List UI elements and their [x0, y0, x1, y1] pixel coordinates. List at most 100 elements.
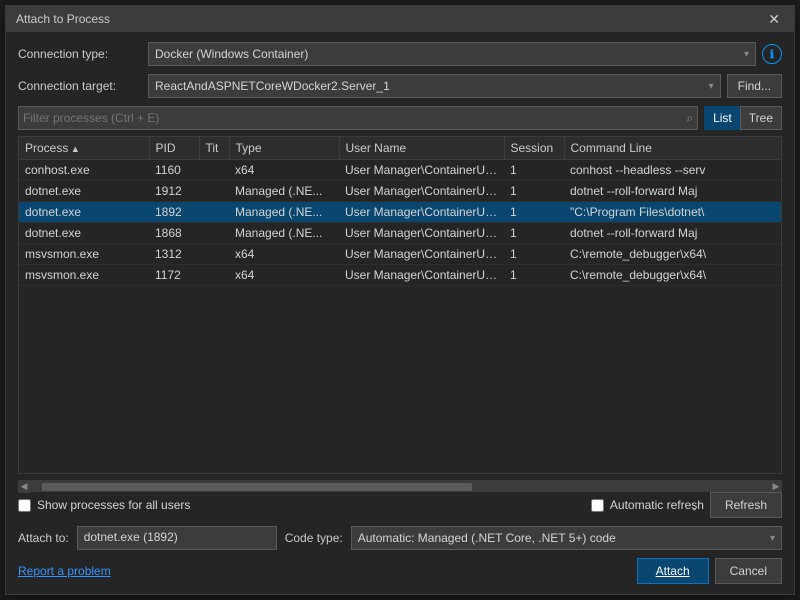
dialog-title: Attach to Process	[16, 12, 110, 26]
process-table-wrap[interactable]: Process PID Tit Type User Name Session C…	[18, 136, 782, 474]
chevron-down-icon: ▾	[770, 533, 775, 544]
table-cell	[199, 202, 229, 223]
table-cell: x64	[229, 244, 339, 265]
table-cell: dotnet.exe	[19, 223, 149, 244]
title-bar: Attach to Process ✕	[6, 6, 794, 32]
scrollbar-thumb[interactable]	[42, 483, 472, 491]
table-header-row: Process PID Tit Type User Name Session C…	[19, 137, 781, 160]
process-table: Process PID Tit Type User Name Session C…	[19, 137, 781, 286]
tree-view-button[interactable]: Tree	[740, 106, 782, 130]
table-cell: 1	[504, 223, 564, 244]
connection-target-label: Connection target:	[18, 79, 148, 93]
connection-type-combo[interactable]: Docker (Windows Container) ▾	[148, 42, 756, 66]
col-header-type[interactable]: Type	[229, 137, 339, 160]
table-cell	[199, 223, 229, 244]
table-cell	[199, 181, 229, 202]
table-cell: C:\remote_debugger\x64\	[564, 265, 781, 286]
table-cell: 1892	[149, 202, 199, 223]
table-cell: 1312	[149, 244, 199, 265]
chevron-down-icon: ▾	[709, 81, 714, 92]
auto-refresh-wrap: Automatic refres̱h Refresh	[591, 492, 782, 518]
table-cell: Managed (.NE...	[229, 181, 339, 202]
table-cell: conhost --headless --serv	[564, 160, 781, 181]
col-header-pid[interactable]: PID	[149, 137, 199, 160]
search-icon: ⌕	[686, 111, 693, 126]
table-cell: User Manager\ContainerUser	[339, 244, 504, 265]
table-cell: Managed (.NE...	[229, 223, 339, 244]
table-cell: "C:\Program Files\dotnet\	[564, 202, 781, 223]
code-type-combo[interactable]: Automatic: Managed (.NET Core, .NET 5+) …	[351, 526, 782, 550]
table-cell: User Manager\ContainerUser	[339, 202, 504, 223]
table-cell: 1	[504, 160, 564, 181]
table-cell: User Manager\ContainerUser	[339, 160, 504, 181]
table-cell: 1868	[149, 223, 199, 244]
attach-to-row: Attach to: dotnet.exe (1892) Code type: …	[18, 526, 782, 550]
table-cell: 1160	[149, 160, 199, 181]
show-all-users-checkbox[interactable]	[18, 499, 31, 512]
table-row[interactable]: dotnet.exe1892Managed (.NE...User Manage…	[19, 202, 781, 223]
table-cell: msvsmon.exe	[19, 244, 149, 265]
connection-type-value: Docker (Windows Container)	[155, 47, 308, 61]
auto-refresh-checkbox[interactable]	[591, 499, 604, 512]
connection-type-label: Connection type:	[18, 47, 148, 61]
col-header-process[interactable]: Process	[19, 137, 149, 160]
table-cell: x64	[229, 265, 339, 286]
table-cell: dotnet --roll-forward Maj	[564, 181, 781, 202]
auto-refresh-checkbox-wrap[interactable]: Automatic refres̱h	[591, 498, 704, 512]
table-cell: 1	[504, 244, 564, 265]
show-all-users-checkbox-wrap[interactable]: Show processes for all users	[18, 498, 190, 512]
table-row[interactable]: dotnet.exe1912Managed (.NE...User Manage…	[19, 181, 781, 202]
cancel-button[interactable]: Cancel	[715, 558, 782, 584]
view-buttons: List Tree	[704, 106, 782, 130]
code-type-label: Code type:	[285, 531, 343, 545]
table-cell: dotnet.exe	[19, 202, 149, 223]
table-row[interactable]: msvsmon.exe1312 x64User Manager\Container…	[19, 244, 781, 265]
attach-to-value: dotnet.exe (1892)	[77, 526, 277, 550]
close-button[interactable]: ✕	[764, 12, 784, 26]
col-header-tit[interactable]: Tit	[199, 137, 229, 160]
table-row[interactable]: dotnet.exe1868 Managed (.NE...User Manage…	[19, 223, 781, 244]
table-cell: conhost.exe	[19, 160, 149, 181]
table-cell: 1172	[149, 265, 199, 286]
filter-input[interactable]	[23, 111, 682, 125]
code-type-value: Automatic: Managed (.NET Core, .NET 5+) …	[358, 531, 616, 545]
col-header-cmdline[interactable]: Command Line	[564, 137, 781, 160]
refresh-button[interactable]: Refresh	[710, 492, 782, 518]
table-row[interactable]: msvsmon.exe1172 x64User Manager\Container…	[19, 265, 781, 286]
table-cell: x64	[229, 160, 339, 181]
info-icon[interactable]: ℹ	[762, 44, 782, 64]
find-button[interactable]: Find...	[727, 74, 782, 98]
report-problem-link[interactable]: Report a problem	[18, 564, 111, 578]
table-row[interactable]: conhost.exe1160 x64User Manager\Container…	[19, 160, 781, 181]
scroll-right-arrow[interactable]: ▶	[770, 481, 782, 493]
table-cell: 1	[504, 265, 564, 286]
col-header-username[interactable]: User Name	[339, 137, 504, 160]
connection-target-combo[interactable]: ReactAndASPNETCoreWDocker2.Server_1 ▾	[148, 74, 721, 98]
dialog-body: Connection type: Docker (Windows Contain…	[6, 32, 794, 594]
table-cell: User Manager\ContainerUser	[339, 181, 504, 202]
table-cell: msvsmon.exe	[19, 265, 149, 286]
table-cell: 1	[504, 181, 564, 202]
connection-target-value: ReactAndASPNETCoreWDocker2.Server_1	[155, 79, 390, 93]
connection-type-row: Connection type: Docker (Windows Contain…	[18, 42, 782, 66]
attach-to-process-dialog: Attach to Process ✕ Connection type: Doc…	[5, 5, 795, 595]
table-cell: C:\remote_debugger\x64\	[564, 244, 781, 265]
action-buttons: Attach Cancel	[637, 558, 782, 584]
list-view-button[interactable]: List	[704, 106, 740, 130]
options-row: Show processes for all users Automatic r…	[18, 492, 782, 518]
scroll-left-arrow[interactable]: ◀	[18, 481, 30, 493]
table-cell: dotnet --roll-forward Maj	[564, 223, 781, 244]
table-cell	[199, 265, 229, 286]
show-all-users-label: Show processes for all users	[37, 498, 190, 512]
table-cell	[199, 244, 229, 265]
horizontal-scrollbar[interactable]: ◀ ▶	[18, 480, 782, 492]
scrollbar-track[interactable]	[42, 483, 758, 491]
table-cell: User Manager\ContainerUser	[339, 265, 504, 286]
table-cell	[199, 160, 229, 181]
table-cell: User Manager\ContainerUser	[339, 223, 504, 244]
attach-button[interactable]: Attach	[637, 558, 709, 584]
table-cell: 1912	[149, 181, 199, 202]
attach-to-label: Attach to:	[18, 531, 69, 545]
col-header-session[interactable]: Session	[504, 137, 564, 160]
filter-row: ⌕ List Tree	[18, 106, 782, 130]
